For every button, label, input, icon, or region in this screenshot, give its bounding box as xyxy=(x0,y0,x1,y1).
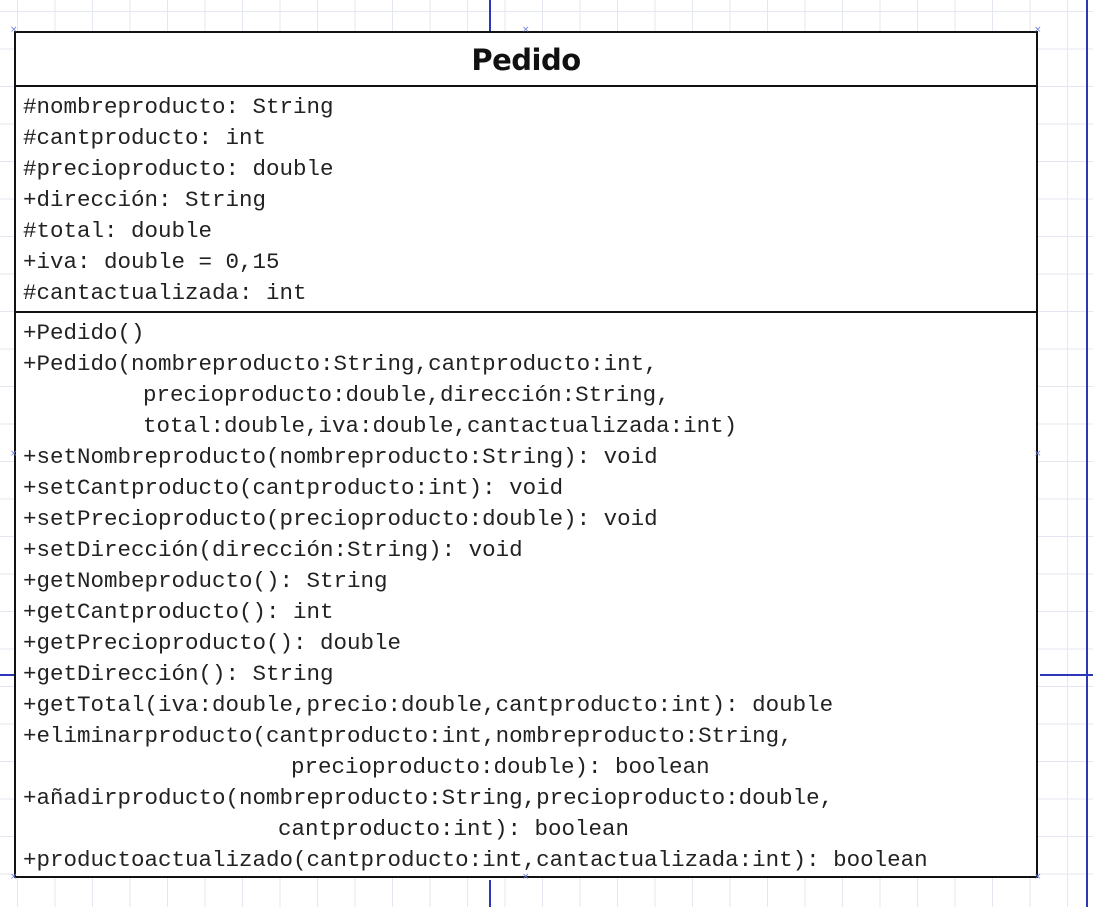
operation-row[interactable]: +Pedido(nombreproducto:String,cantproduc… xyxy=(16,349,1036,380)
operation-row-continuation[interactable]: cantproducto:int): boolean xyxy=(16,814,1036,845)
operation-row[interactable]: +añadirproducto(nombreproducto:String,pr… xyxy=(16,783,1036,814)
operation-row-continuation[interactable]: precioproducto:double,dirección:String, xyxy=(16,380,1036,411)
center-guide-line-bottom xyxy=(489,880,491,907)
x-handle-icon[interactable]: × xyxy=(522,26,530,35)
operation-row[interactable]: +getCantproducto(): int xyxy=(16,597,1036,628)
class-name[interactable]: Pedido xyxy=(16,33,1036,87)
operation-row-continuation[interactable]: precioproducto:double): boolean xyxy=(16,752,1036,783)
operation-row[interactable]: +setDirección(dirección:String): void xyxy=(16,535,1036,566)
x-handle-icon[interactable]: × xyxy=(1034,26,1042,35)
operation-row[interactable]: +Pedido() xyxy=(16,318,1036,349)
operation-row-continuation[interactable]: total:double,iva:double,cantactualizada:… xyxy=(16,411,1036,442)
uml-class-box[interactable]: Pedido #nombreproducto: String #cantprod… xyxy=(14,31,1038,878)
operation-row[interactable]: +setPrecioproducto(precioproducto:double… xyxy=(16,504,1036,535)
x-handle-icon[interactable]: × xyxy=(10,26,18,35)
x-handle-icon[interactable]: × xyxy=(522,873,530,882)
operation-row[interactable]: +getPrecioproducto(): double xyxy=(16,628,1036,659)
operation-row[interactable]: +getTotal(iva:double,precio:double,cantp… xyxy=(16,690,1036,721)
operations-compartment[interactable]: +Pedido() +Pedido(nombreproducto:String,… xyxy=(16,313,1036,876)
center-guide-line-top xyxy=(489,0,491,32)
x-handle-icon[interactable]: × xyxy=(1034,450,1042,459)
x-handle-icon[interactable]: × xyxy=(10,873,18,882)
attribute-row[interactable]: #nombreproducto: String xyxy=(16,92,1036,123)
operation-row[interactable]: +getNombeproducto(): String xyxy=(16,566,1036,597)
operation-row[interactable]: +setNombreproducto(nombreproducto:String… xyxy=(16,442,1036,473)
attribute-row[interactable]: #total: double xyxy=(16,216,1036,247)
attribute-row[interactable]: #precioproducto: double xyxy=(16,154,1036,185)
page-boundary-line xyxy=(1086,0,1088,907)
operation-row[interactable]: +getDirección(): String xyxy=(16,659,1036,690)
x-handle-icon[interactable]: × xyxy=(1034,873,1042,882)
attributes-compartment[interactable]: #nombreproducto: String #cantproducto: i… xyxy=(16,87,1036,313)
attribute-row[interactable]: +iva: double = 0,15 xyxy=(16,247,1036,278)
attribute-row[interactable]: +dirección: String xyxy=(16,185,1036,216)
attribute-row[interactable]: #cantactualizada: int xyxy=(16,278,1036,309)
x-handle-icon[interactable]: × xyxy=(10,450,18,459)
attribute-row[interactable]: #cantproducto: int xyxy=(16,123,1036,154)
horizontal-guide-line-left xyxy=(0,674,14,676)
operation-row[interactable]: +setCantproducto(cantproducto:int): void xyxy=(16,473,1036,504)
horizontal-guide-line-right xyxy=(1040,674,1093,676)
operation-row[interactable]: +eliminarproducto(cantproducto:int,nombr… xyxy=(16,721,1036,752)
